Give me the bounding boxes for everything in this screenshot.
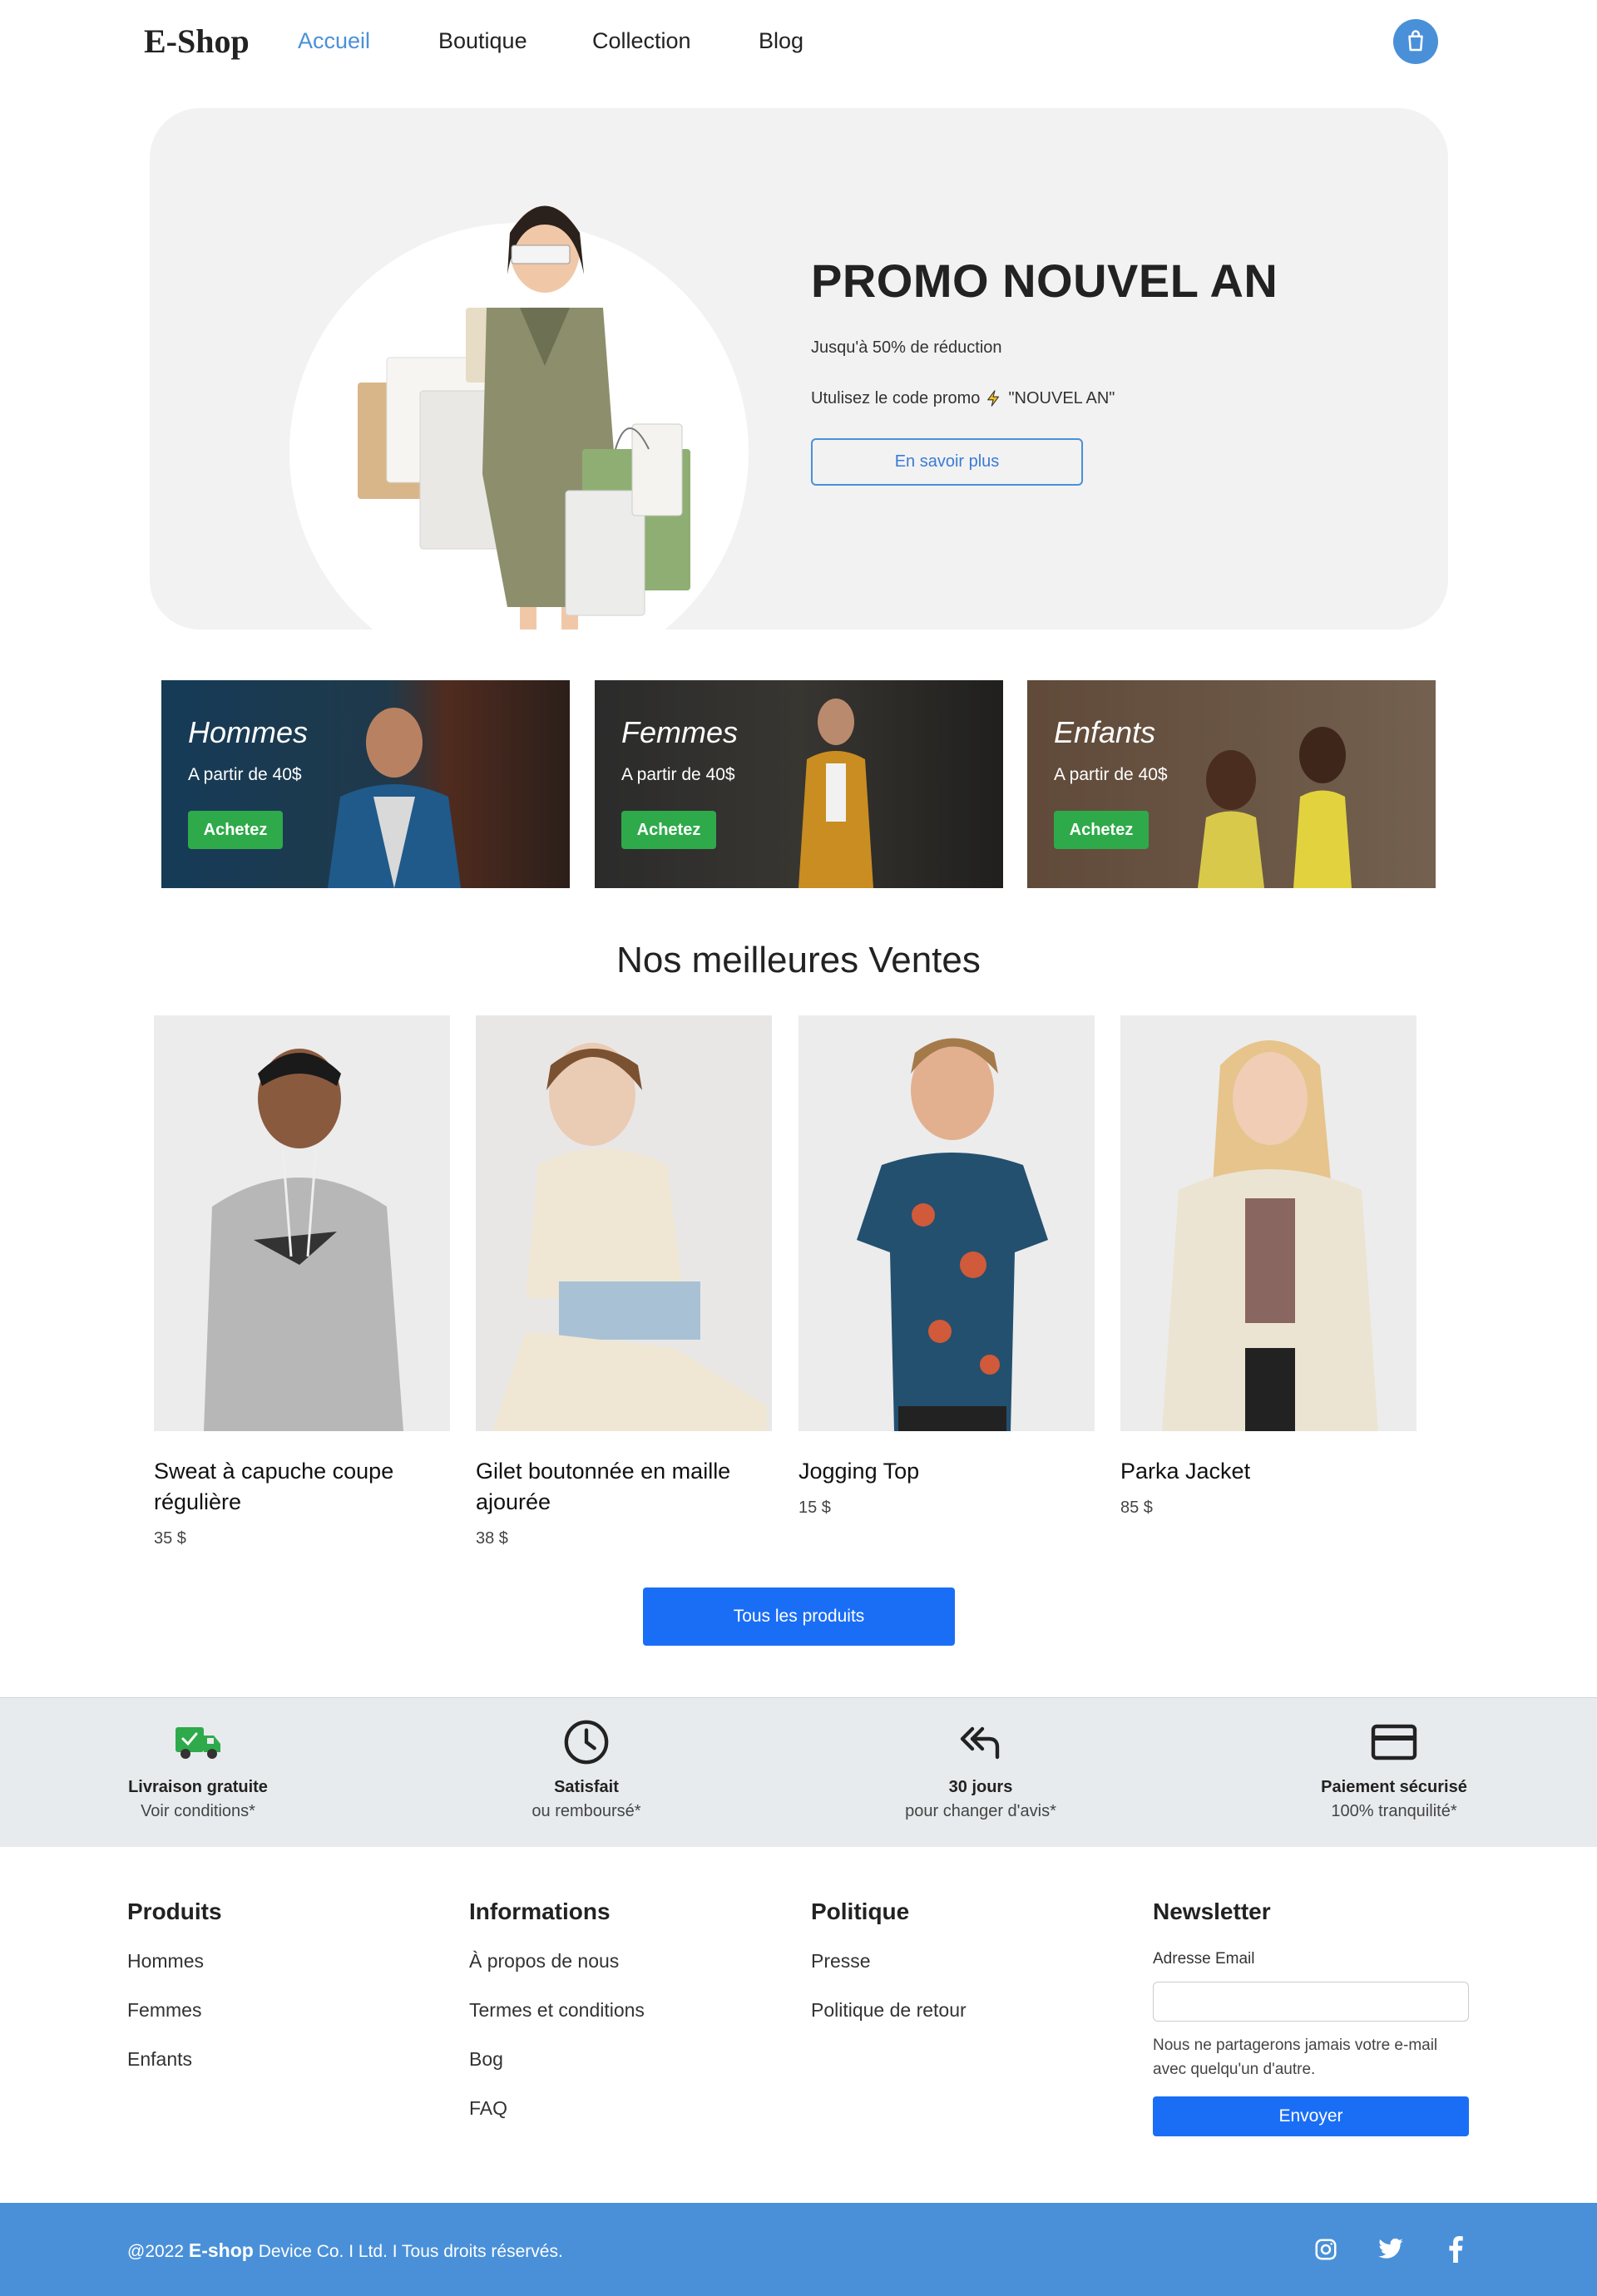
newsletter-email-label: Adresse Email	[1153, 1950, 1255, 1968]
hero-title: PROMO NOUVEL AN	[811, 254, 1278, 307]
footer-link-blog[interactable]: Bog	[469, 2048, 645, 2071]
category-title: Femmes	[621, 715, 739, 749]
facebook-link[interactable]	[1439, 2233, 1472, 2266]
top-navigation: E-Shop Accueil Boutique Collection Blog	[0, 0, 1597, 83]
credit-card-icon	[1371, 1724, 1417, 1760]
product-name[interactable]: Jogging Top	[798, 1456, 1095, 1487]
feature-free-delivery: Livraison gratuite Voir conditions*	[48, 1716, 348, 1821]
footer-link-about[interactable]: À propos de nous	[469, 1950, 645, 1973]
newsletter-email-input[interactable]	[1153, 1982, 1469, 2022]
footer-link-faq[interactable]: FAQ	[469, 2097, 645, 2120]
category-price-text: A partir de 40$	[188, 765, 302, 784]
footer-column-title: Produits	[127, 1899, 222, 1924]
facebook-icon	[1449, 2236, 1463, 2263]
feature-subtitle: Voir conditions*	[141, 1802, 255, 1820]
footer-link-terms[interactable]: Termes et conditions	[469, 1999, 645, 2022]
product-price: 35 $	[154, 1529, 186, 1548]
product-price: 85 $	[1120, 1499, 1153, 1517]
category-price-text: A partir de 40$	[1054, 765, 1168, 784]
promo-hero-banner: PROMO NOUVEL AN Jusqu'à 50% de réduction…	[150, 108, 1448, 630]
footer-link-hommes[interactable]: Hommes	[127, 1950, 222, 1973]
learn-more-button[interactable]: En savoir plus	[811, 438, 1083, 486]
feature-title: Paiement sécurisé	[1321, 1778, 1467, 1796]
product-card[interactable]: Jogging Top 15 $	[798, 1015, 1095, 1518]
footer-link-femmes[interactable]: Femmes	[127, 1999, 222, 2022]
product-image-hoodie[interactable]	[154, 1015, 450, 1431]
category-card-femmes[interactable]: Femmes A partir de 40$ Achetez	[595, 680, 1003, 888]
site-logo[interactable]: E-Shop	[144, 22, 250, 61]
product-image-cardigan[interactable]	[476, 1015, 772, 1431]
footer-politique-column: Politique Presse Politique de retour	[811, 1899, 967, 2022]
nav-link-boutique[interactable]: Boutique	[438, 28, 527, 54]
lightning-icon	[987, 390, 1000, 407]
footer-column-title: Newsletter	[1153, 1899, 1271, 1924]
hero-promo-code-text: Utulisez le code promo "NOUVEL AN"	[811, 388, 1115, 408]
product-price: 38 $	[476, 1529, 508, 1548]
buy-hommes-button[interactable]: Achetez	[188, 811, 283, 849]
product-card[interactable]: Parka Jacket 85 $	[1120, 1015, 1417, 1518]
shopping-bag-icon	[1408, 30, 1423, 52]
newsletter-privacy-note: Nous ne partagerons jamais votre e-mail …	[1153, 2037, 1438, 2078]
product-name[interactable]: Gilet boutonnée en maille ajourée	[476, 1456, 772, 1518]
category-title: Enfants	[1054, 715, 1156, 749]
nav-link-accueil[interactable]: Accueil	[298, 28, 370, 54]
product-image-jogging-top[interactable]	[798, 1015, 1095, 1431]
feature-secure-payment: Paiement sécurisé 100% tranquilité*	[1244, 1716, 1544, 1821]
product-card[interactable]: Sweat à capuche coupe régulière 35 $	[154, 1015, 450, 1548]
feature-30-days: 30 jours pour changer d'avis*	[831, 1716, 1130, 1821]
hero-woman-with-shopping-bags-image	[358, 205, 690, 630]
hero-promo-code: "NOUVEL AN"	[1008, 388, 1115, 407]
delivery-truck-icon	[176, 1727, 220, 1759]
twitter-link[interactable]	[1374, 2233, 1407, 2266]
instagram-link[interactable]	[1309, 2233, 1342, 2266]
clock-icon	[564, 1720, 609, 1765]
buy-femmes-button[interactable]: Achetez	[621, 811, 716, 849]
all-products-button[interactable]: Tous les produits	[643, 1587, 955, 1646]
footer-column-title: Informations	[469, 1899, 611, 1924]
feature-subtitle: 100% tranquilité*	[1331, 1802, 1457, 1820]
feature-subtitle: pour changer d'avis*	[905, 1802, 1056, 1820]
instagram-icon	[1315, 2239, 1337, 2260]
feature-title: Livraison gratuite	[128, 1778, 268, 1796]
hero-promo-prefix: Utulisez le code promo	[811, 388, 981, 407]
feature-title: 30 jours	[948, 1778, 1013, 1796]
nav-link-collection[interactable]: Collection	[592, 28, 691, 54]
product-name[interactable]: Sweat à capuche coupe régulière	[154, 1456, 450, 1518]
product-name[interactable]: Parka Jacket	[1120, 1456, 1417, 1487]
feature-satisfied: Satisfait ou remboursé*	[437, 1716, 736, 1821]
product-price: 15 $	[798, 1499, 831, 1517]
twitter-icon	[1378, 2238, 1403, 2259]
footer-informations-column: Informations À propos de nous Termes et …	[469, 1899, 645, 2120]
product-image-parka[interactable]	[1120, 1015, 1417, 1431]
newsletter-submit-button[interactable]: Envoyer	[1153, 2096, 1469, 2136]
best-sellers-title: Nos meilleures Ventes	[616, 940, 981, 980]
bottom-bar: @2022 E-shop Device Co. I Ltd. I Tous dr…	[0, 2203, 1597, 2296]
category-card-hommes[interactable]: Hommes A partir de 40$ Achetez	[161, 680, 570, 888]
hero-discount-text: Jusqu'à 50% de réduction	[811, 338, 1002, 357]
footer-link-return-policy[interactable]: Politique de retour	[811, 1999, 967, 2022]
features-bar: Livraison gratuite Voir conditions* Sati…	[0, 1697, 1597, 1847]
return-arrow-icon	[960, 1726, 1000, 1760]
footer-column-title: Politique	[811, 1899, 910, 1924]
copyright-year: @2022	[127, 2242, 185, 2261]
footer-products-column: Produits Hommes Femmes Enfants	[127, 1899, 222, 2071]
category-title: Hommes	[188, 715, 309, 749]
product-card[interactable]: Gilet boutonnée en maille ajourée 38 $	[476, 1015, 772, 1548]
category-price-text: A partir de 40$	[621, 765, 735, 784]
category-card-enfants[interactable]: Enfants A partir de 40$ Achetez	[1027, 680, 1436, 888]
copyright-suffix: Device Co. I Ltd. I Tous droits réservés…	[258, 2242, 563, 2261]
feature-subtitle: ou remboursé*	[532, 1802, 641, 1820]
footer-newsletter-column: Newsletter Adresse Email Nous ne partage…	[1153, 1899, 1469, 2136]
copyright-text: @2022 E-shop Device Co. I Ltd. I Tous dr…	[127, 2239, 563, 2262]
nav-link-blog[interactable]: Blog	[759, 28, 803, 54]
buy-enfants-button[interactable]: Achetez	[1054, 811, 1149, 849]
footer-link-enfants[interactable]: Enfants	[127, 2048, 222, 2071]
feature-title: Satisfait	[554, 1778, 619, 1796]
cart-button[interactable]	[1393, 19, 1438, 64]
footer-link-press[interactable]: Presse	[811, 1950, 967, 1973]
copyright-brand: E-shop	[188, 2239, 254, 2261]
